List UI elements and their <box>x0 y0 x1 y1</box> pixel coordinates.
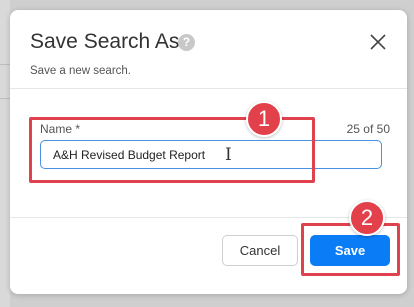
dialog-subtitle: Save a new search. <box>30 65 132 77</box>
footer-divider <box>10 217 407 218</box>
background-divider <box>0 98 10 99</box>
dialog-title: Save Search As <box>30 30 180 53</box>
annotation-box-2 <box>301 223 400 276</box>
help-icon[interactable]: ? <box>178 34 195 51</box>
annotation-step-2: 2 <box>349 200 385 236</box>
background-app-edge <box>0 0 10 307</box>
cancel-button[interactable]: Cancel <box>222 235 298 266</box>
close-icon[interactable] <box>368 32 388 52</box>
char-count: 25 of 50 <box>346 122 390 136</box>
background-divider <box>0 64 10 65</box>
header-divider <box>10 88 407 89</box>
annotation-step-1: 1 <box>246 101 282 137</box>
